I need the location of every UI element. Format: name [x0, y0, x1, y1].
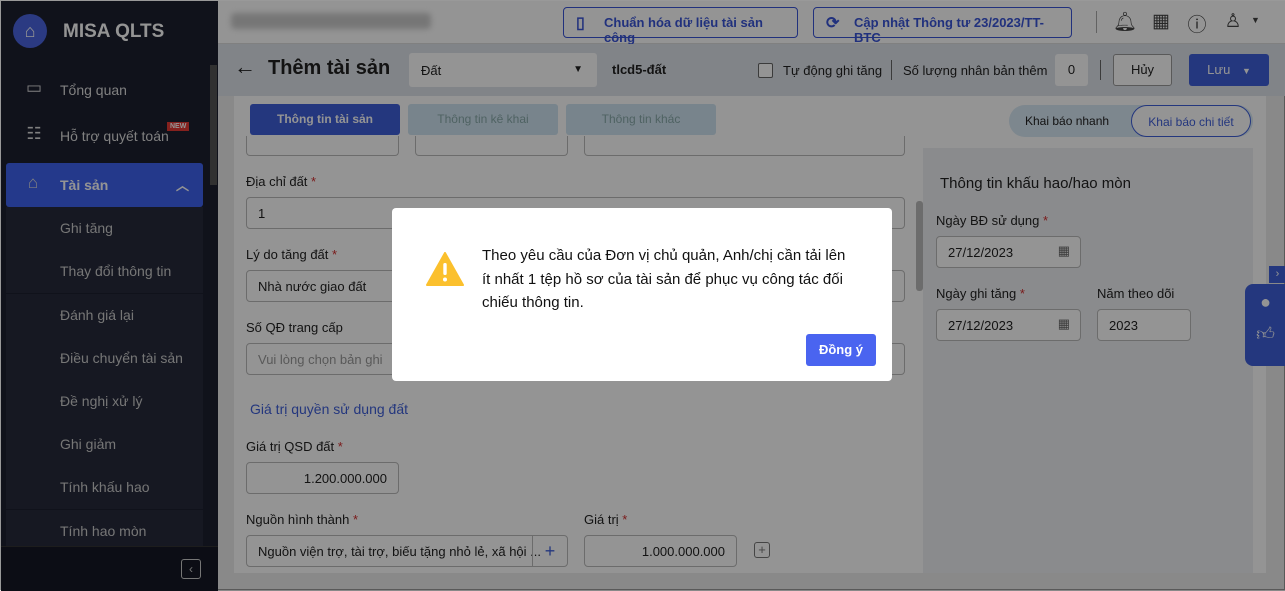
warning-dialog: Theo yêu cầu của Đơn vị chủ quản, Anh/ch…	[392, 208, 892, 381]
ok-button[interactable]: Đồng ý	[806, 334, 876, 366]
warning-icon	[426, 252, 464, 286]
dialog-message: Theo yêu cầu của Đơn vị chủ quản, Anh/ch…	[482, 247, 846, 311]
